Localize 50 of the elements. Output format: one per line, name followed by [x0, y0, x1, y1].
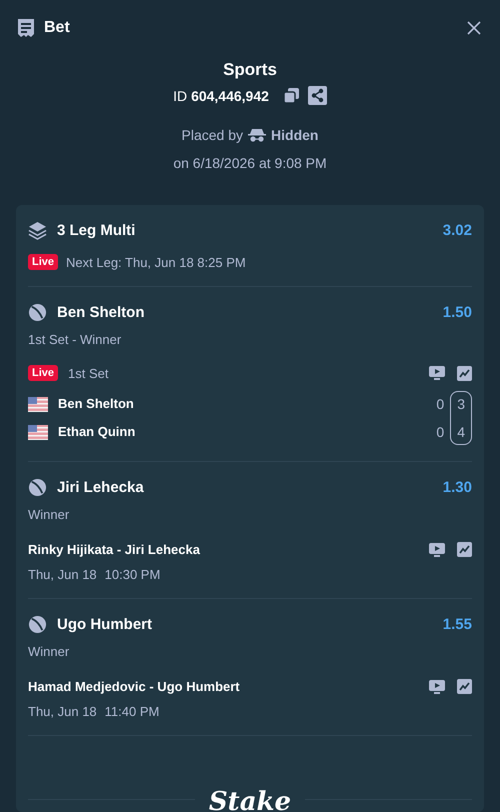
market-name: 1st Set - Winner: [28, 332, 122, 347]
multi-title: 3 Leg Multi: [57, 222, 136, 239]
selection-name: Ugo Humbert: [57, 616, 153, 633]
placed-by-label: Placed by: [182, 127, 244, 143]
match-name: Rinky Hijikata - Jiri Lehecka: [28, 542, 201, 557]
selection-name: Ben Shelton: [57, 304, 146, 321]
dialog-title: Bet: [44, 19, 71, 37]
next-leg-time: Next Leg: Thu, Jun 18 8:25 PM: [66, 254, 246, 270]
tennis-ball-icon: [28, 478, 47, 497]
odds: 1.50: [442, 304, 472, 321]
match-time: 11:40 PM: [104, 704, 160, 719]
period-label: 1st Set: [68, 366, 110, 380]
tv-icon[interactable]: [429, 366, 445, 380]
chart-icon[interactable]: [457, 679, 472, 694]
market-name: Winner: [28, 644, 70, 659]
chart-icon[interactable]: [457, 542, 472, 557]
id-label: ID: [173, 88, 188, 104]
incognito-icon: [248, 128, 266, 142]
bet-category: Sports: [223, 60, 277, 80]
selection-name: Jiri Lehecka: [57, 479, 145, 496]
user-name: Hidden: [271, 127, 318, 143]
games-score: 0: [436, 424, 444, 440]
placed-date: on 6/18/2026 at 9:08 PM: [173, 155, 327, 171]
total-odds: 3.02: [442, 222, 472, 239]
chart-icon[interactable]: [457, 366, 472, 380]
player-name: Ben Shelton: [58, 396, 134, 412]
layers-icon: [28, 221, 47, 240]
set-score-box: 3 4: [450, 391, 472, 445]
brand-logo: Stake: [208, 787, 292, 812]
bet-id: 604,446,942: [191, 88, 269, 104]
games-score: 0: [436, 396, 444, 412]
odds: 1.30: [442, 479, 472, 496]
tv-icon[interactable]: [429, 680, 445, 694]
flag-icon: [28, 424, 48, 440]
live-badge: Live: [28, 365, 58, 381]
match-time: 10:30 PM: [104, 567, 160, 582]
tennis-ball-icon: [28, 303, 47, 322]
player-name: Ethan Quinn: [58, 424, 136, 440]
match-date: Thu, Jun 18: [28, 567, 97, 582]
receipt-icon: [16, 18, 36, 38]
share-icon[interactable]: [308, 86, 327, 105]
copy-icon[interactable]: [282, 87, 300, 104]
odds: 1.55: [442, 616, 472, 633]
tennis-ball-icon: [28, 615, 47, 634]
match-name: Hamad Medjedovic - Ugo Humbert: [28, 679, 241, 694]
market-name: Winner: [28, 507, 70, 522]
live-badge: Live: [28, 254, 58, 270]
tv-icon[interactable]: [429, 542, 445, 556]
flag-icon: [28, 396, 48, 412]
match-date: Thu, Jun 18: [28, 704, 97, 719]
